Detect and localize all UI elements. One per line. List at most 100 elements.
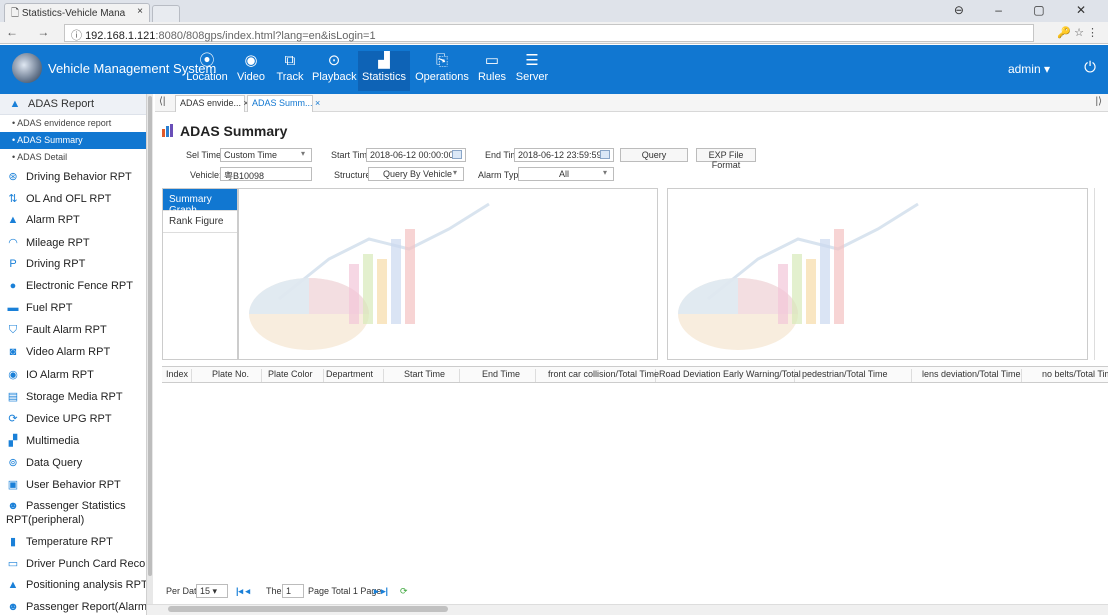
- statistics-icon: ▟: [378, 52, 390, 69]
- server-icon: ☰: [525, 52, 539, 69]
- sidebar-sub-envidence[interactable]: • ADAS envidence report: [0, 115, 146, 132]
- col-lens-deviation[interactable]: lens deviation/Total Time: [922, 369, 1022, 382]
- nav-track[interactable]: ⧉ Track: [274, 51, 306, 91]
- sidebar-item-alarm[interactable]: ▲ Alarm RPT: [0, 210, 146, 232]
- sidebar-item-ol-ofl[interactable]: ⇅ OL And OFL RPT: [0, 188, 146, 210]
- tab-close-icon[interactable]: ×: [137, 6, 143, 17]
- sidebar-item-io-alarm[interactable]: ◉ IO Alarm RPT: [0, 364, 146, 386]
- sidebar-scroll-thumb[interactable]: [148, 96, 152, 576]
- nav-playback[interactable]: ⊙ Playback: [312, 51, 357, 91]
- expand-right-icon[interactable]: |⟩: [1096, 96, 1103, 107]
- horizontal-scroll-thumb[interactable]: [168, 606, 448, 612]
- updown-icon: ⇅: [8, 193, 18, 205]
- graph-edge: [1094, 188, 1108, 360]
- start-time-input[interactable]: 2018-06-12 00:00:00: [366, 148, 466, 162]
- url-host: 192.168.1.121: [85, 30, 156, 42]
- sidebar-item-temperature[interactable]: ▮ Temperature RPT: [0, 531, 146, 553]
- rank-graph-placeholder: [667, 188, 1088, 360]
- nav-location[interactable]: ⦿ Location: [186, 51, 228, 91]
- sidebar-item-label: Passenger Statistics RPT(peripheral): [6, 500, 126, 526]
- fuel-icon: ▬: [7, 302, 19, 314]
- table-header: Index Plate No. Plate Color Department S…: [162, 366, 1108, 383]
- sidebar-item-upg[interactable]: ⟳ Device UPG RPT: [0, 408, 146, 430]
- nav-operations[interactable]: ⎘ Operations: [414, 51, 470, 91]
- sidebar-item-fence[interactable]: ● Electronic Fence RPT: [0, 276, 146, 298]
- next-page-icon[interactable]: ▸ ▸|: [374, 586, 388, 597]
- operations-icon: ⎘: [435, 52, 448, 69]
- nav-video[interactable]: ◉ Video: [234, 51, 268, 91]
- query-button[interactable]: Query: [620, 148, 688, 162]
- sidebar-item-multimedia[interactable]: ▞ Multimedia: [0, 430, 146, 452]
- sidebar-item-storage[interactable]: ▤ Storage Media RPT: [0, 386, 146, 408]
- collapse-left-icon[interactable]: ⟨|: [159, 96, 166, 107]
- first-page-icon[interactable]: |◂ ◂: [236, 586, 250, 597]
- sidebar-item-label: Fault Alarm RPT: [26, 324, 107, 336]
- export-button[interactable]: EXP File Format: [696, 148, 756, 170]
- tab-adas-summary[interactable]: ADAS Summ... ×: [247, 95, 320, 112]
- col-plate-color[interactable]: Plate Color: [268, 369, 324, 382]
- playback-icon: ⊙: [327, 52, 341, 69]
- sel-time-select[interactable]: Custom Time ▾: [220, 148, 312, 162]
- sidebar-item-passenger-stats[interactable]: ☻ Passenger Statistics RPT(peripheral): [0, 496, 146, 531]
- sidebar-item-user-behavior[interactable]: ▣ User Behavior RPT: [0, 474, 146, 496]
- sidebar-sub-summary[interactable]: • ADAS Summary: [0, 132, 146, 149]
- sel-time-label: Sel Time:: [186, 150, 224, 160]
- nav-rules[interactable]: ▭ Rules: [476, 51, 508, 91]
- power-icon[interactable]: ⏻: [1084, 59, 1096, 76]
- sidebar-item-data-query[interactable]: ⊚ Data Query: [0, 452, 146, 474]
- sidebar-item-driving-behavior[interactable]: ⊛ Driving Behavior RPT: [0, 166, 146, 188]
- sidebar-section-adas[interactable]: ▲ ADAS Report: [0, 94, 146, 115]
- col-plate-no[interactable]: Plate No.: [212, 369, 262, 382]
- per-data-select[interactable]: 15 ▾: [196, 584, 228, 598]
- sidebar-item-video-alarm[interactable]: ◙ Video Alarm RPT: [0, 342, 146, 364]
- structure-select[interactable]: Query By Vehicle ▾: [368, 167, 464, 181]
- vehicle-input[interactable]: 粤B10098: [220, 167, 312, 181]
- calendar-icon[interactable]: [452, 150, 462, 159]
- extension-icons[interactable]: 🔑 ☆ ⋮: [1057, 26, 1098, 39]
- sidebar-item-label: Alarm RPT: [26, 214, 80, 226]
- user-menu[interactable]: admin ▾: [1008, 62, 1050, 76]
- nav-label: Statistics: [361, 71, 406, 83]
- col-no-belts[interactable]: no belts/Total Tim: [1042, 369, 1108, 382]
- page-icon: 🗋: [11, 8, 22, 19]
- app-header: Vehicle Management System ⦿ Location ◉ Vid…: [0, 45, 1108, 94]
- nav-statistics[interactable]: ▟ Statistics: [358, 51, 410, 91]
- end-time-input[interactable]: 2018-06-12 23:59:59: [514, 148, 614, 162]
- sidebar-sub-detail[interactable]: • ADAS Detail: [0, 149, 146, 166]
- col-department[interactable]: Department: [326, 369, 384, 382]
- url-field[interactable]: ⓘ 192.168.1.121:8080/808gps/index.html?l…: [64, 24, 1034, 42]
- sidebar-item-mileage[interactable]: ◠ Mileage RPT: [0, 232, 146, 254]
- sidebar-item-passenger-alarm[interactable]: ☻ Passenger Report(Alarm): [0, 597, 146, 615]
- sidebar-item-label: Temperature RPT: [26, 536, 113, 548]
- passenger-icon: ☻: [7, 500, 19, 512]
- rules-icon: ▭: [484, 52, 500, 69]
- sidebar-item-fuel[interactable]: ▬ Fuel RPT: [0, 298, 146, 320]
- nav-label: Track: [276, 71, 304, 83]
- tab-summary-graph[interactable]: Summary Graph: [163, 189, 237, 216]
- tab-adas-envidence[interactable]: ADAS envide... ×: [175, 95, 249, 112]
- col-road-deviation[interactable]: Road Deviation Early Warning/Total: [659, 369, 801, 382]
- new-tab-button[interactable]: [152, 5, 180, 22]
- window-controls[interactable]: ⊖ – ▢ ✕: [954, 3, 1100, 17]
- sidebar-item-positioning[interactable]: ▲ Positioning analysis RPT: [0, 575, 146, 597]
- col-start-time[interactable]: Start Time: [404, 369, 460, 382]
- sidebar-item-punch-card[interactable]: ▭ Driver Punch Card Records: [0, 553, 146, 575]
- calendar-icon[interactable]: [600, 150, 610, 159]
- browser-tab[interactable]: 🗋 Statistics-Vehicle Mana ×: [4, 3, 150, 22]
- refresh-icon[interactable]: ⟳: [400, 586, 408, 597]
- sidebar-item-fault[interactable]: ⛉ Fault Alarm RPT: [0, 320, 146, 342]
- sidebar-item-driving[interactable]: P Driving RPT: [0, 254, 146, 276]
- camera-icon: ◙: [9, 346, 17, 358]
- col-index[interactable]: Index: [166, 369, 192, 382]
- sidebar-item-label: Driving Behavior RPT: [26, 171, 132, 183]
- warning-icon: ▲: [9, 98, 21, 110]
- pin-icon: ●: [9, 280, 17, 292]
- parking-icon: P: [9, 258, 17, 270]
- col-front-collision[interactable]: front car collision/Total Time: [548, 369, 659, 382]
- alarm-type-select[interactable]: All ▾: [518, 167, 614, 181]
- page-input[interactable]: 1: [282, 584, 304, 598]
- col-pedestrian[interactable]: pedestrian/Total Time: [802, 369, 912, 382]
- io-icon: ◉: [8, 369, 18, 381]
- nav-server[interactable]: ☰ Server: [512, 51, 552, 91]
- col-end-time[interactable]: End Time: [482, 369, 536, 382]
